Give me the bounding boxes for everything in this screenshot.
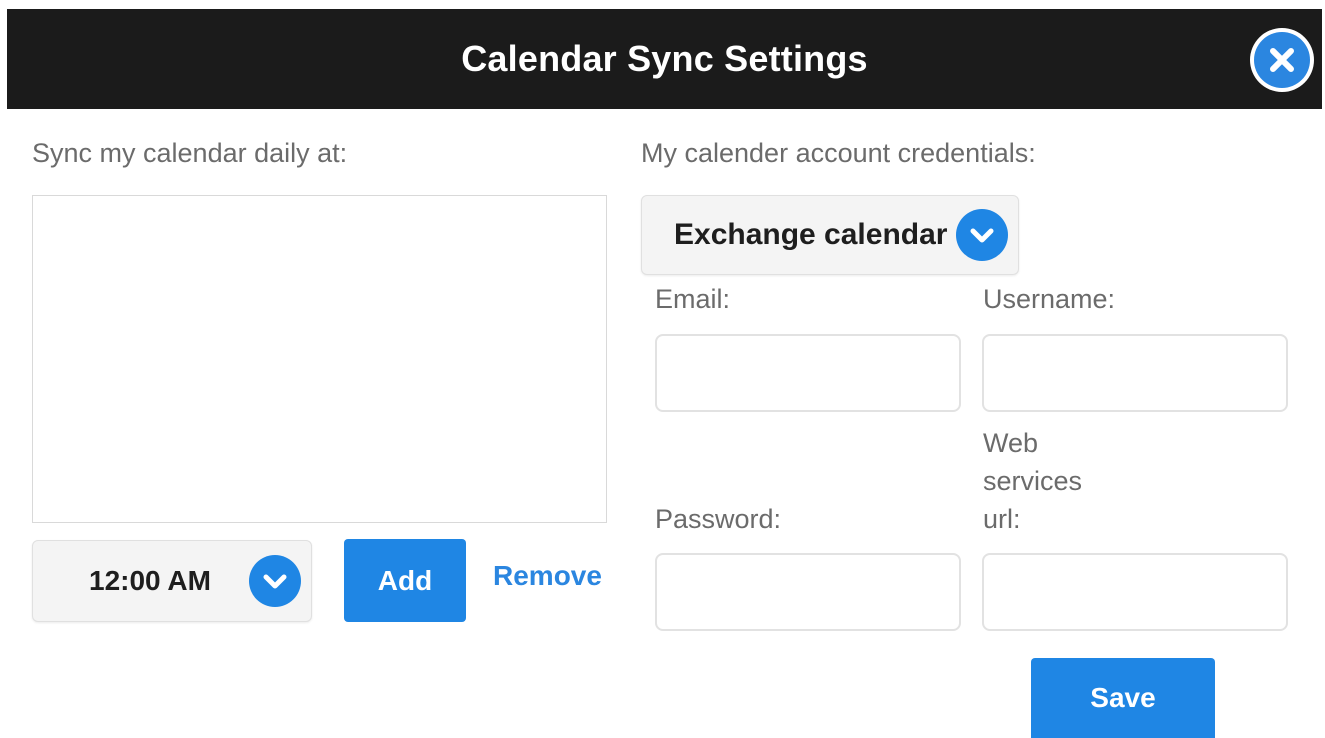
close-circle-icon xyxy=(1254,32,1310,88)
credentials-label: My calender account credentials: xyxy=(641,138,1036,168)
url-label-line: url: xyxy=(983,504,1021,534)
dialog-title: Calendar Sync Settings xyxy=(461,38,868,79)
chevron-down-icon xyxy=(956,209,1008,261)
dialog-titlebar: Calendar Sync Settings xyxy=(7,9,1322,109)
password-input[interactable] xyxy=(657,555,959,629)
url-label-line: services xyxy=(983,466,1083,496)
email-field[interactable] xyxy=(655,334,961,412)
calendar-sync-dialog: Calendar Sync Settings Sync my calendar … xyxy=(0,0,1325,738)
username-label: Username: xyxy=(983,284,1116,314)
sync-times-list[interactable] xyxy=(32,195,607,523)
username-field[interactable] xyxy=(982,334,1288,412)
web-services-url-label: Web services url: xyxy=(983,424,1082,538)
add-time-button[interactable]: Add xyxy=(344,539,466,622)
email-label: Email: xyxy=(655,284,731,314)
remove-time-link[interactable]: Remove xyxy=(493,560,602,592)
web-services-url-field[interactable] xyxy=(982,553,1288,631)
time-select[interactable]: 12:00 AM xyxy=(32,540,312,622)
time-select-value: 12:00 AM xyxy=(89,565,211,596)
calendar-type-select[interactable]: Exchange calendar xyxy=(641,195,1019,275)
web-services-url-input[interactable] xyxy=(984,555,1286,629)
url-label-line: Web xyxy=(983,428,1039,458)
close-button[interactable] xyxy=(1250,28,1314,92)
username-input[interactable] xyxy=(984,336,1286,410)
email-input[interactable] xyxy=(657,336,959,410)
sync-schedule-label: Sync my calendar daily at: xyxy=(32,138,348,168)
calendar-type-value: Exchange calendar xyxy=(674,218,948,251)
chevron-down-icon xyxy=(249,555,301,607)
save-button[interactable]: Save xyxy=(1031,658,1215,738)
password-label: Password: xyxy=(655,504,782,534)
password-field[interactable] xyxy=(655,553,961,631)
